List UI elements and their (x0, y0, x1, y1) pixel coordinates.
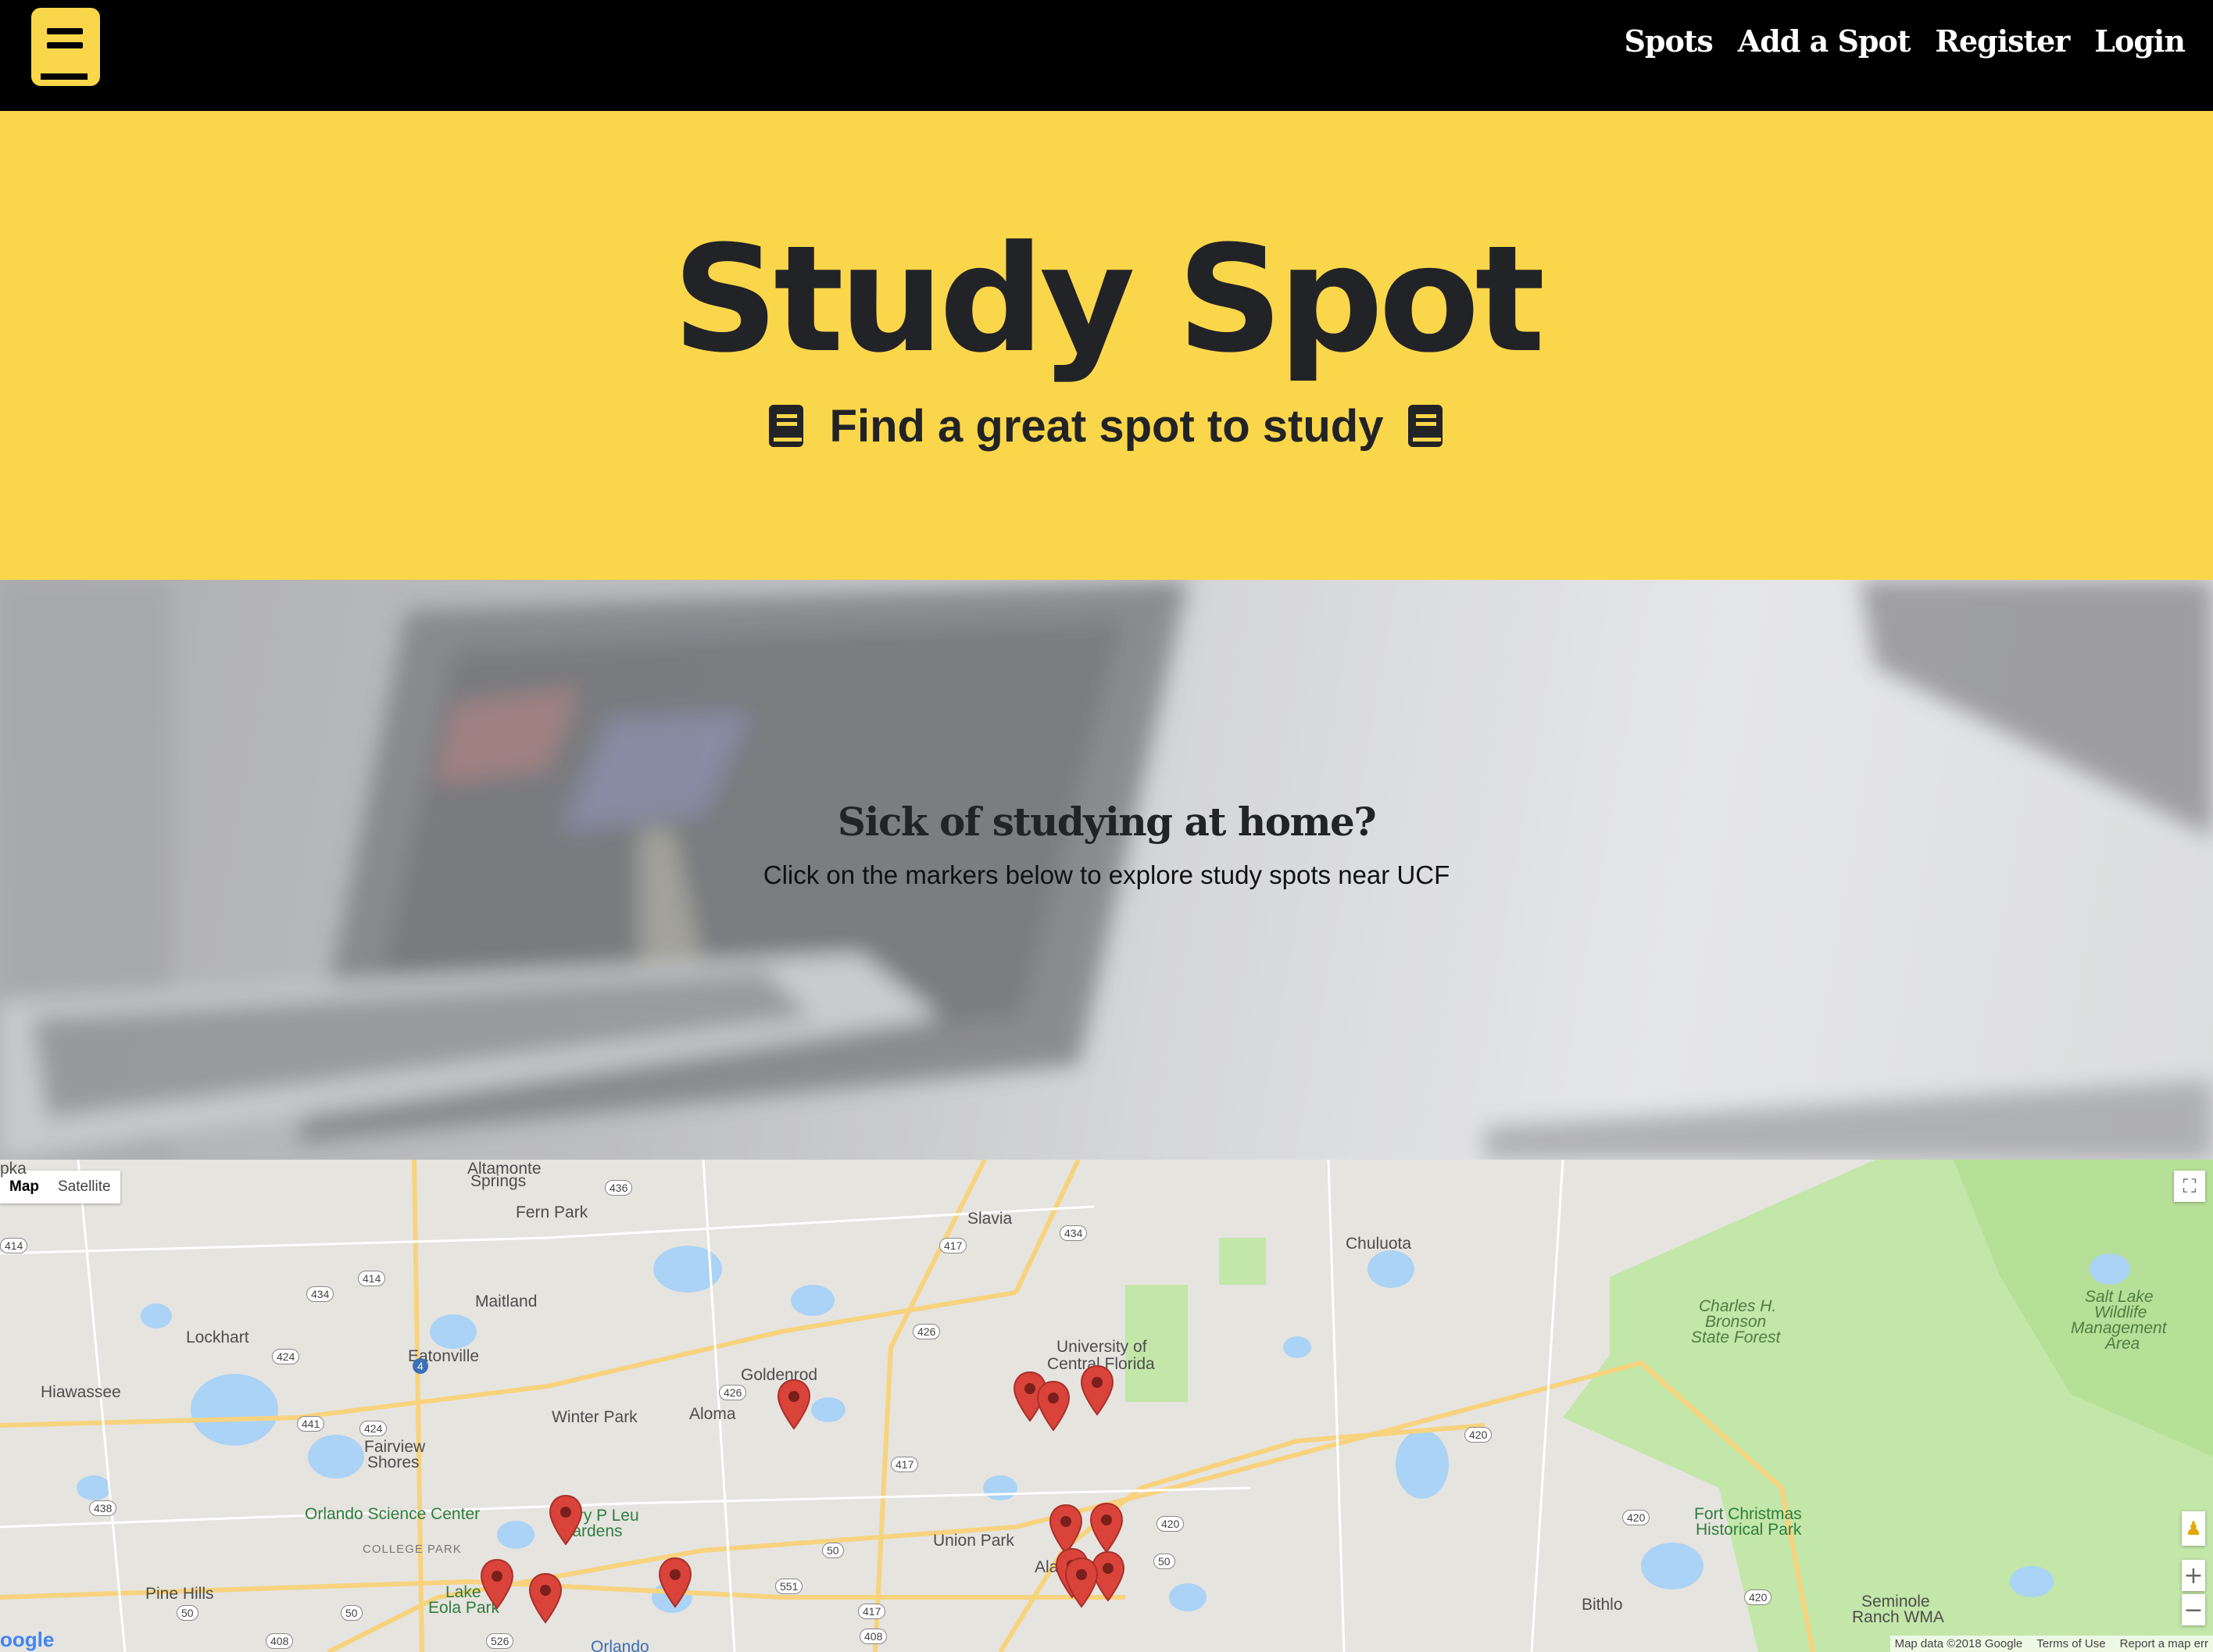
intro-text: Click on the markers below to explore st… (763, 860, 1450, 889)
google-logo: oogle (0, 1628, 55, 1651)
map-label-ucf-1: University of (1056, 1338, 1147, 1356)
route-shield: 420 (1157, 1516, 1185, 1532)
route-shield: 551 (775, 1579, 803, 1594)
map-label-pine-hills: Pine Hills (145, 1585, 214, 1603)
route-shield: 426 (913, 1324, 941, 1339)
route-shield: 50 (1153, 1554, 1175, 1569)
route-shield: 526 (486, 1633, 514, 1649)
route-shield: 414 (0, 1238, 28, 1253)
nav-link-login[interactable]: Login (2094, 23, 2186, 59)
spot-marker[interactable] (1080, 1364, 1114, 1416)
map-label-maitland: Maitland (475, 1293, 538, 1311)
map-label-orlando-science-center: Orlando Science Center (305, 1505, 481, 1523)
hero-banner: Study Spot Find a great spot to study (0, 111, 2213, 580)
route-shield: 414 (358, 1271, 386, 1286)
hero-subtitle: Find a great spot to study (829, 401, 1384, 452)
route-shield: 4 (413, 1358, 428, 1374)
background-photo-section: Sick of studying at home? Click on the m… (0, 580, 2213, 1160)
map-label-apopka: pka (0, 1160, 27, 1178)
street-view-pegman-icon[interactable]: ♟ (2182, 1511, 2205, 1546)
map-label-bithlo: Bithlo (1582, 1596, 1623, 1614)
zoom-out-icon[interactable]: − (2182, 1594, 2205, 1625)
spot-marker[interactable] (549, 1494, 583, 1546)
nav-link-spots[interactable]: Spots (1624, 23, 1713, 59)
hero-subtitle-row: Find a great spot to study (0, 400, 2213, 452)
spot-marker[interactable] (1064, 1557, 1099, 1608)
route-shield: 441 (297, 1416, 325, 1432)
map-label-charles-3: State Forest (1691, 1328, 1781, 1346)
zoom-in-icon[interactable]: + (2182, 1560, 2205, 1591)
map-label-seminole-2: Ranch WMA (1852, 1608, 1944, 1626)
route-shield: 420 (1622, 1510, 1650, 1525)
page-title: Study Spot (672, 214, 1546, 385)
map-label-aloma: Aloma (689, 1405, 736, 1423)
route-shield: 417 (858, 1604, 886, 1619)
route-shield: 438 (89, 1500, 117, 1516)
route-shield: 420 (1464, 1427, 1493, 1443)
route-shield: 408 (266, 1633, 294, 1649)
map-label-slavia: Slavia (967, 1210, 1013, 1228)
route-shield: 417 (939, 1238, 967, 1253)
map-label-fort-christmas-2: Historical Park (1696, 1521, 1802, 1539)
route-shield: 436 (605, 1180, 633, 1196)
map-label-springs: Springs (470, 1172, 527, 1190)
map-terms-link[interactable]: Terms of Use (2036, 1637, 2105, 1650)
route-shield: 408 (860, 1629, 888, 1644)
spot-marker[interactable] (528, 1572, 563, 1624)
nav-link-add-spot[interactable]: Add a Spot (1738, 23, 1911, 59)
spot-marker[interactable] (480, 1558, 514, 1610)
map-label-hiawassee: Hiawassee (41, 1383, 121, 1401)
map-data-attribution: Map data ©2018 Google (1894, 1637, 2023, 1650)
navbar: Spots Add a Spot Register Login (0, 0, 2213, 111)
nav-link-register[interactable]: Register (1935, 23, 2070, 59)
spot-marker[interactable] (777, 1378, 811, 1430)
route-shield: 424 (359, 1421, 388, 1436)
map-footer: Map data ©2018 Google Terms of Use Repor… (1889, 1636, 2213, 1652)
route-shield: 426 (719, 1385, 747, 1400)
map-type-satellite[interactable]: Satellite (48, 1171, 120, 1203)
spot-marker[interactable] (1036, 1380, 1071, 1432)
route-shield: 50 (341, 1605, 363, 1621)
map-label-union-park: Union Park (933, 1532, 1014, 1550)
map-label-fern-park: Fern Park (516, 1203, 588, 1221)
route-shield: 434 (1060, 1225, 1088, 1241)
route-shield: 50 (177, 1605, 198, 1621)
book-logo-icon[interactable] (30, 6, 103, 88)
spot-marker[interactable] (1089, 1502, 1124, 1554)
spot-marker[interactable] (658, 1557, 692, 1608)
fullscreen-icon[interactable]: ⛶ (2174, 1171, 2205, 1202)
map-label-salt-lake-4: Area (2105, 1335, 2140, 1353)
map-report-link[interactable]: Report a map err (2120, 1637, 2208, 1650)
map-label-orlando: Orlando (591, 1638, 649, 1652)
intro-heading: Sick of studying at home? (837, 799, 1377, 845)
route-shield: 424 (272, 1349, 300, 1364)
route-shield: 420 (1744, 1589, 1772, 1605)
book-icon (1408, 404, 1443, 447)
map-label-shores: Shores (367, 1454, 420, 1471)
book-icon (768, 404, 803, 447)
map-label-lockhart: Lockhart (186, 1328, 249, 1346)
route-shield: 434 (306, 1286, 334, 1302)
route-shield: 50 (822, 1543, 844, 1558)
spots-map[interactable]: Map Satellite pka Altamonte Springs Fern… (0, 1160, 2213, 1652)
map-label-college-park: COLLEGE PARK (363, 1543, 462, 1556)
map-label-chuluota: Chuluota (1346, 1235, 1412, 1253)
route-shield: 417 (891, 1457, 919, 1472)
map-label-winter-park: Winter Park (552, 1408, 638, 1426)
